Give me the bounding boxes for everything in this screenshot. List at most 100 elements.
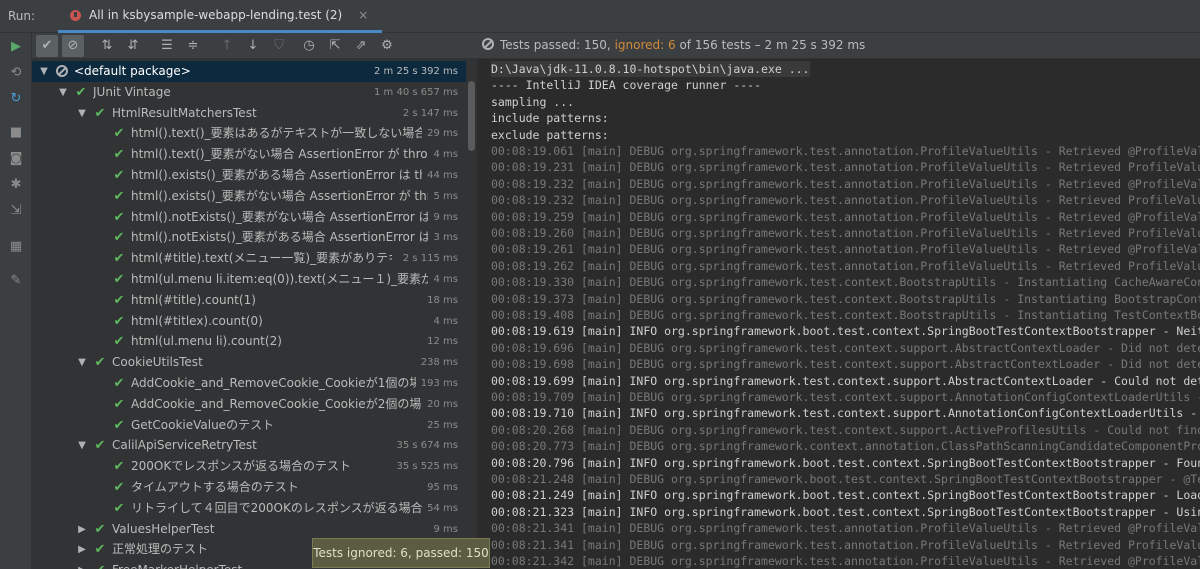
test-tree-row[interactable]: ✔ html(ul.menu li).count(2) 12 ms bbox=[32, 331, 466, 352]
test-tree-row[interactable]: ▼ ✔ HtmlResultMatchersTest 2 s 147 ms bbox=[32, 103, 466, 124]
test-passed-icon: ✔ bbox=[94, 542, 106, 558]
test-tree-row[interactable]: ✔ html(ul.menu li.item:eq(0)).text(メニュー１)… bbox=[32, 269, 466, 290]
console-line: 00:08:21.248 [main] DEBUG org.springfram… bbox=[491, 472, 1200, 486]
test-tree-row[interactable]: ▶ ✔ ValuesHelperTest 9 ms bbox=[32, 519, 466, 540]
test-tree-row[interactable]: ✔ GetCookieValueのテスト 25 ms bbox=[32, 415, 466, 436]
test-tree-row[interactable]: ✔ html(#titlex).count(0) 4 ms bbox=[32, 311, 466, 332]
expand-all-icon[interactable]: ☰ bbox=[156, 35, 178, 57]
test-tree-row[interactable]: ✔ html().notExists()_要素がある場合 AssertionErr… bbox=[32, 227, 466, 248]
test-name: CookieUtilsTest bbox=[112, 355, 203, 370]
test-tree-row[interactable]: ✔ AddCookie_and_RemoveCookie_Cookieが1個の場合… bbox=[32, 373, 466, 394]
test-duration: 44 ms bbox=[427, 170, 458, 181]
stop-icon[interactable]: ■ bbox=[8, 125, 24, 141]
import-icon[interactable]: ⇱ bbox=[324, 35, 346, 57]
test-name: html().exists()_要素がない場合 AssertionError が… bbox=[131, 188, 428, 203]
show-ignored-icon[interactable]: ⊘ bbox=[62, 35, 84, 57]
total-duration: of 156 tests – 2 m 25 s 392 ms bbox=[679, 38, 866, 52]
test-duration: 3 ms bbox=[433, 232, 459, 244]
export-icon[interactable]: ⇗ bbox=[350, 35, 372, 57]
test-tree-row[interactable]: ✔ AddCookie_and_RemoveCookie_Cookieが2個の場合… bbox=[32, 394, 466, 415]
chevron-down-icon[interactable]: ▼ bbox=[76, 435, 88, 456]
test-tree-row[interactable]: ✔ html().text()_要素がない場合 AssertionError が … bbox=[32, 144, 466, 165]
test-tree-row[interactable]: ✔ html().exists()_要素がある場合 AssertionError … bbox=[32, 165, 466, 186]
console-line: 00:08:20.773 [main] DEBUG org.springfram… bbox=[491, 439, 1200, 454]
test-tree-row[interactable]: ✔ html().notExists()_要素がない場合 AssertionErr… bbox=[32, 207, 466, 228]
test-duration: 9 ms bbox=[433, 523, 459, 535]
tree-scrollbar[interactable] bbox=[466, 59, 476, 569]
test-status-bar: Tests passed: 150, ignored: 6 of 156 tes… bbox=[476, 33, 1200, 59]
test-passed-icon: ✔ bbox=[113, 459, 125, 475]
rerun-failed-icon[interactable]: ⟲ bbox=[8, 65, 24, 81]
test-duration: 12 ms bbox=[427, 336, 458, 348]
test-duration: 35 s 674 ms bbox=[396, 440, 458, 452]
test-passed-icon: ✔ bbox=[113, 272, 125, 287]
test-tree-row[interactable]: ✔ タイムアウトする場合のテスト 95 ms bbox=[32, 477, 466, 498]
tests-ignored-icon bbox=[482, 38, 494, 50]
test-duration: 2 s 115 ms bbox=[402, 253, 458, 265]
next-failed-icon[interactable]: ↓ bbox=[242, 35, 264, 57]
collapse-all-icon[interactable]: ≑ bbox=[182, 35, 204, 57]
test-tree-row[interactable]: ✔ 200OKでレスポンスが返る場合のテスト 35 s 525 ms bbox=[32, 456, 466, 477]
console-output[interactable]: D:\Java\jdk-11.0.8.10-hotspot\bin\java.e… bbox=[476, 59, 1200, 569]
close-tab-icon[interactable]: × bbox=[358, 8, 368, 22]
import-tests-icon[interactable]: ⇲ bbox=[8, 203, 24, 219]
test-name: リトライして４回目で200OKのレスポンスが返る場合のテスト bbox=[131, 500, 422, 515]
test-duration: 18 ms bbox=[427, 294, 458, 306]
test-duration: 2 s 147 ms bbox=[402, 107, 458, 119]
console-line: 00:08:19.259 [main] DEBUG org.springfram… bbox=[491, 209, 1200, 224]
chevron-down-icon[interactable]: ▼ bbox=[76, 103, 88, 124]
console-line: 00:08:19.698 [main] DEBUG org.springfram… bbox=[491, 357, 1200, 372]
test-tree-row[interactable]: ✔ リトライして４回目で200OKのレスポンスが返る場合のテスト 54 ms bbox=[32, 498, 466, 519]
chevron-right-icon[interactable]: ▶ bbox=[76, 539, 88, 560]
toggle-auto-test-icon[interactable]: ↻ bbox=[8, 91, 24, 107]
sort-by-duration-icon[interactable]: ⇵ bbox=[122, 35, 144, 57]
bug-icon[interactable]: ✱ bbox=[8, 177, 24, 193]
test-name: html().notExists()_要素がある場合 AssertionErro… bbox=[131, 230, 428, 245]
test-duration: 20 ms bbox=[427, 398, 458, 410]
chevron-down-icon[interactable]: ▼ bbox=[57, 82, 69, 103]
layout-icon[interactable]: ▦ bbox=[8, 239, 24, 255]
test-duration: 95 ms bbox=[427, 482, 458, 493]
show-passed-icon[interactable]: ✔ bbox=[36, 35, 58, 57]
test-passed-icon: ✔ bbox=[93, 560, 107, 569]
pin-icon[interactable]: ✎ bbox=[8, 273, 24, 289]
previous-failed-icon[interactable]: ↑ bbox=[216, 35, 238, 57]
test-duration: 4 ms bbox=[433, 274, 459, 285]
chevron-right-icon[interactable]: ▶ bbox=[76, 519, 88, 540]
gear-icon[interactable]: ⚙ bbox=[376, 35, 398, 57]
console-line: 00:08:19.699 [main] INFO org.springframe… bbox=[491, 373, 1200, 388]
test-passed-icon: ✔ bbox=[113, 313, 125, 329]
console-line: sampling ... bbox=[491, 94, 575, 109]
test-name: タイムアウトする場合のテスト bbox=[131, 480, 299, 494]
test-passed-icon: ✔ bbox=[94, 438, 106, 454]
test-tree-row[interactable]: ▼ ✔ JUnit Vintage 1 m 40 s 657 ms bbox=[32, 82, 466, 103]
sort-alphabetically-icon[interactable]: ⇅ bbox=[96, 35, 118, 57]
shield-icon[interactable]: ⛉ bbox=[268, 35, 290, 57]
test-tree-row[interactable]: ▼ <default package> 2 m 25 s 392 ms bbox=[32, 61, 466, 82]
test-tree-row[interactable]: ▼ ✔ CalilApiServiceRetryTest 35 s 674 ms bbox=[32, 435, 466, 456]
test-tree-row[interactable]: ✔ html(#title).text(メニュー一覧)_要素がありテキストが一致す… bbox=[32, 248, 466, 269]
chevron-down-icon[interactable]: ▼ bbox=[38, 61, 50, 82]
rerun-icon[interactable]: ▶ bbox=[8, 39, 24, 55]
chevron-down-icon[interactable]: ▼ bbox=[76, 352, 88, 373]
tree-scroll-thumb[interactable] bbox=[468, 81, 475, 151]
test-name: ValuesHelperTest bbox=[112, 521, 215, 536]
history-icon[interactable]: ◷ bbox=[298, 35, 320, 57]
test-tree-row[interactable]: ✔ html().exists()_要素がない場合 AssertionError … bbox=[32, 186, 466, 207]
test-name: CalilApiServiceRetryTest bbox=[112, 438, 257, 453]
test-results-tree[interactable]: ▼ <default package> 2 m 25 s 392 ms ▼ ✔ JUnit… bbox=[32, 59, 476, 569]
test-duration: 4 ms bbox=[433, 315, 459, 327]
test-duration: 35 s 525 ms bbox=[396, 461, 458, 473]
test-name: html(#titlex).count(0) bbox=[131, 313, 263, 328]
test-tree-row[interactable]: ▼ ✔ CookieUtilsTest 238 ms bbox=[32, 352, 466, 373]
chevron-right-icon[interactable]: ▶ bbox=[76, 560, 88, 569]
test-passed-icon: ✔ bbox=[113, 417, 125, 433]
test-duration: 193 ms bbox=[420, 378, 458, 389]
camera-icon[interactable]: ◙ bbox=[8, 151, 24, 167]
run-tab[interactable]: All in ksbysample-webapp-lending.test (2… bbox=[58, 0, 383, 33]
console-line: 00:08:19.261 [main] DEBUG org.springfram… bbox=[491, 242, 1200, 257]
test-tree-row[interactable]: ✔ html(#title).count(1) 18 ms bbox=[32, 290, 466, 311]
console-line: 00:08:19.330 [main] DEBUG org.springfram… bbox=[491, 275, 1200, 290]
console-line: 00:08:19.061 [main] DEBUG org.springfram… bbox=[491, 144, 1200, 158]
test-tree-row[interactable]: ✔ html().text()_要素はあるがテキストが一致しない場合 Assert… bbox=[32, 123, 466, 144]
